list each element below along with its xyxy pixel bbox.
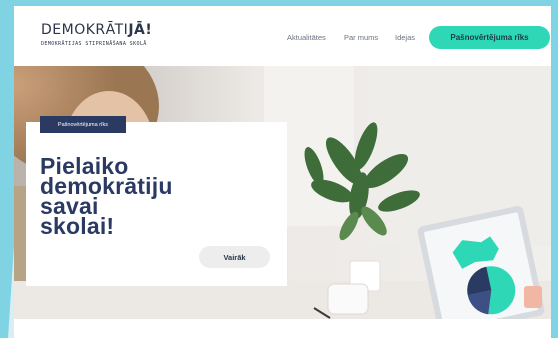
nav-link-par-mums[interactable]: Par mums xyxy=(344,33,378,42)
site-header: DEMOKRĀTIJĀ! DEMOKRĀTIJAS STIPRINĀŠANA S… xyxy=(14,6,551,66)
nav-link-aktualitates[interactable]: Aktualitātes xyxy=(287,33,326,42)
hero-heading-line: skolai! xyxy=(40,213,115,239)
nav-link-idejas[interactable]: Idejas xyxy=(395,33,415,42)
hero-heading: Pielaiko demokrātiju savai skolai! xyxy=(40,155,240,239)
browser-page: DEMOKRĀTIJĀ! DEMOKRĀTIJAS STIPRINĀŠANA S… xyxy=(14,6,551,338)
more-button[interactable]: Vairāk xyxy=(199,246,270,268)
self-assessment-tool-button[interactable]: Pašnovērtējuma rīks xyxy=(429,26,550,49)
content-band xyxy=(14,319,551,338)
hero-tag: Pašnovērtējuma rīks xyxy=(40,116,126,133)
hero-section: Pašnovērtējuma rīks Pielaiko demokrātiju… xyxy=(14,66,551,319)
